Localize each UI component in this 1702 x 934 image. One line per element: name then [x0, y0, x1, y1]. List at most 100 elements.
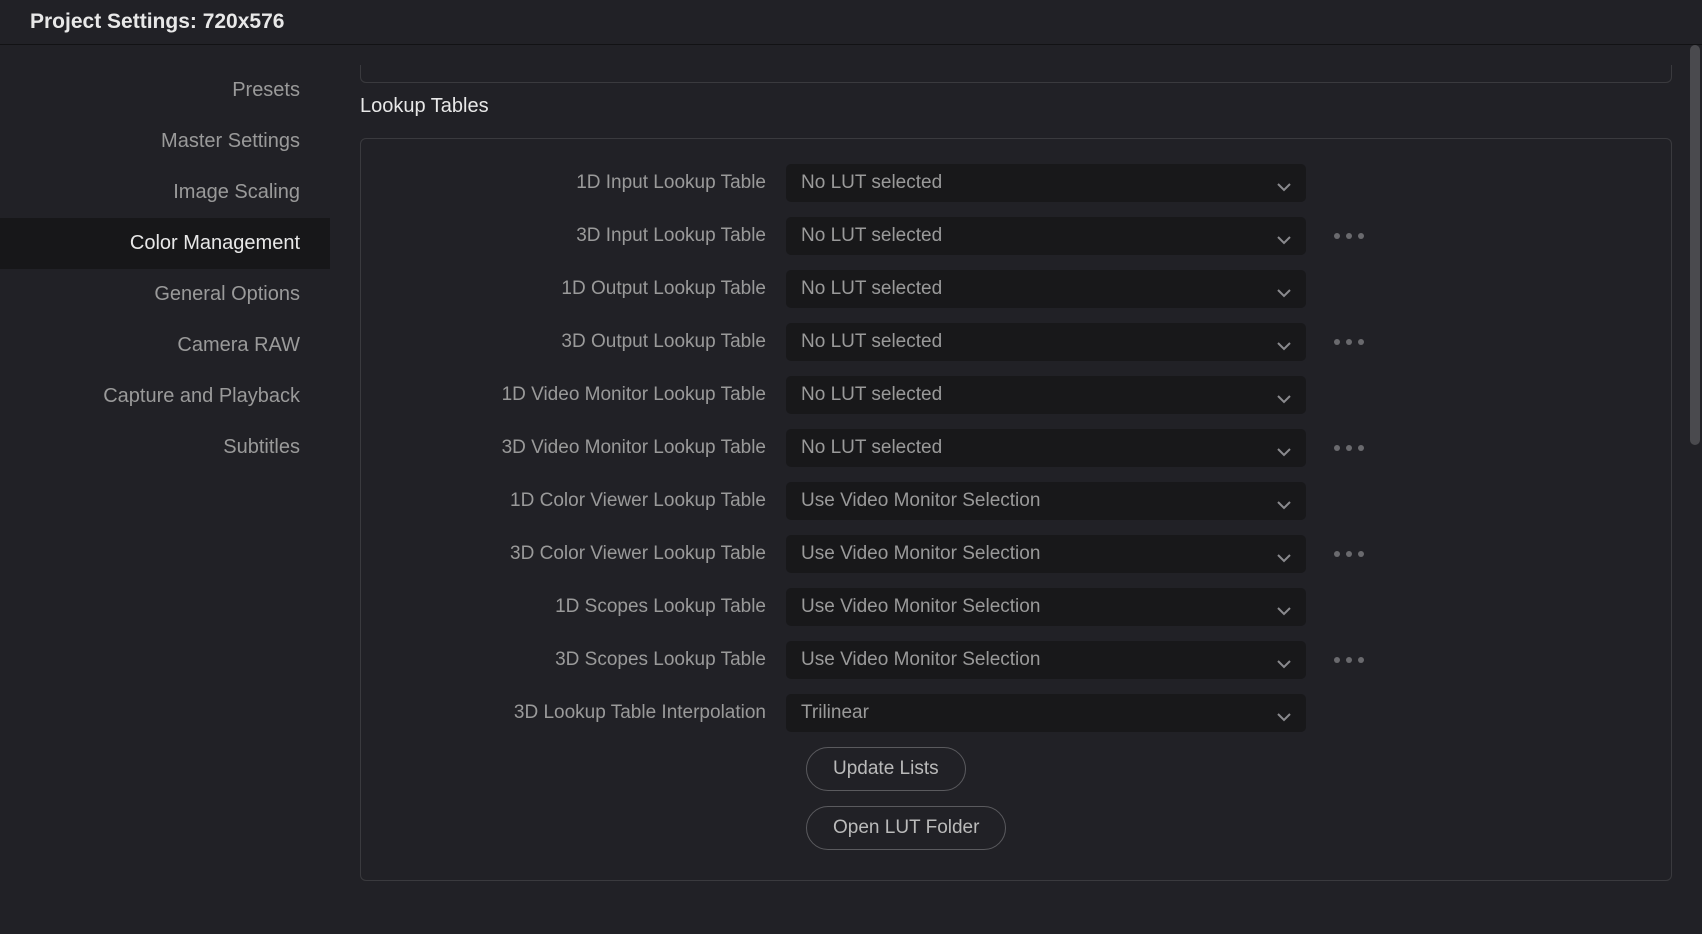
section-title: Lookup Tables	[360, 95, 1672, 118]
open-lut-folder-button[interactable]: Open LUT Folder	[806, 806, 1006, 850]
button-row-open: Open LUT Folder	[411, 806, 1621, 850]
dot-icon	[1334, 551, 1340, 557]
dropdown-value: Use Video Monitor Selection	[801, 543, 1040, 565]
chevron-down-icon	[1277, 494, 1291, 508]
more-options-button[interactable]	[1326, 445, 1364, 451]
dot-icon	[1334, 233, 1340, 239]
sidebar-item-subtitles[interactable]: Subtitles	[0, 422, 330, 473]
row-3d-interpolation: 3D Lookup Table Interpolation Trilinear	[411, 694, 1621, 732]
spacer	[411, 747, 786, 791]
content-area: Presets Master Settings Image Scaling Co…	[0, 45, 1702, 934]
dot-icon	[1346, 445, 1352, 451]
window-title: Project Settings: 720x576	[0, 0, 1702, 45]
row-1d-scopes: 1D Scopes Lookup Table Use Video Monitor…	[411, 588, 1621, 626]
dot-icon	[1358, 551, 1364, 557]
sidebar-item-general-options[interactable]: General Options	[0, 269, 330, 320]
label-3d-video-monitor: 3D Video Monitor Lookup Table	[411, 437, 766, 459]
more-options-button[interactable]	[1326, 657, 1364, 663]
button-row-update: Update Lists	[411, 747, 1621, 791]
dropdown-3d-color-viewer[interactable]: Use Video Monitor Selection	[786, 535, 1306, 573]
more-options-button[interactable]	[1326, 339, 1364, 345]
chevron-down-icon	[1277, 335, 1291, 349]
dropdown-value: No LUT selected	[801, 172, 942, 194]
sidebar-item-label: Presets	[232, 79, 300, 101]
dropdown-3d-interpolation[interactable]: Trilinear	[786, 694, 1306, 732]
dropdown-value: No LUT selected	[801, 437, 942, 459]
main-panel: Lookup Tables 1D Input Lookup Table No L…	[330, 45, 1702, 934]
scrollbar-vertical[interactable]	[1690, 45, 1700, 445]
lookup-tables-panel: 1D Input Lookup Table No LUT selected 3D…	[360, 138, 1672, 881]
row-3d-output: 3D Output Lookup Table No LUT selected	[411, 323, 1621, 361]
dropdown-1d-video-monitor[interactable]: No LUT selected	[786, 376, 1306, 414]
sidebar-item-label: Capture and Playback	[103, 385, 300, 407]
dropdown-value: No LUT selected	[801, 384, 942, 406]
dot-icon	[1358, 339, 1364, 345]
chevron-down-icon	[1277, 388, 1291, 402]
sidebar-item-color-management[interactable]: Color Management	[0, 218, 330, 269]
label-1d-color-viewer: 1D Color Viewer Lookup Table	[411, 490, 766, 512]
row-1d-input: 1D Input Lookup Table No LUT selected	[411, 164, 1621, 202]
label-3d-scopes: 3D Scopes Lookup Table	[411, 649, 766, 671]
dropdown-value: No LUT selected	[801, 225, 942, 247]
dot-icon	[1334, 657, 1340, 663]
sidebar-item-label: Subtitles	[223, 436, 300, 458]
chevron-down-icon	[1277, 176, 1291, 190]
label-1d-input: 1D Input Lookup Table	[411, 172, 766, 194]
sidebar: Presets Master Settings Image Scaling Co…	[0, 45, 330, 934]
dropdown-3d-input[interactable]: No LUT selected	[786, 217, 1306, 255]
label-3d-input: 3D Input Lookup Table	[411, 225, 766, 247]
sidebar-item-label: Image Scaling	[173, 181, 300, 203]
dot-icon	[1346, 339, 1352, 345]
chevron-down-icon	[1277, 653, 1291, 667]
row-3d-video-monitor: 3D Video Monitor Lookup Table No LUT sel…	[411, 429, 1621, 467]
label-1d-scopes: 1D Scopes Lookup Table	[411, 596, 766, 618]
sidebar-item-master-settings[interactable]: Master Settings	[0, 116, 330, 167]
sidebar-item-presets[interactable]: Presets	[0, 65, 330, 116]
dropdown-3d-scopes[interactable]: Use Video Monitor Selection	[786, 641, 1306, 679]
label-3d-output: 3D Output Lookup Table	[411, 331, 766, 353]
chevron-down-icon	[1277, 441, 1291, 455]
dropdown-1d-output[interactable]: No LUT selected	[786, 270, 1306, 308]
row-3d-scopes: 3D Scopes Lookup Table Use Video Monitor…	[411, 641, 1621, 679]
chevron-down-icon	[1277, 547, 1291, 561]
dropdown-3d-output[interactable]: No LUT selected	[786, 323, 1306, 361]
dropdown-value: Use Video Monitor Selection	[801, 649, 1040, 671]
label-3d-color-viewer: 3D Color Viewer Lookup Table	[411, 543, 766, 565]
more-options-button[interactable]	[1326, 551, 1364, 557]
row-1d-video-monitor: 1D Video Monitor Lookup Table No LUT sel…	[411, 376, 1621, 414]
dot-icon	[1358, 657, 1364, 663]
dot-icon	[1346, 551, 1352, 557]
label-1d-video-monitor: 1D Video Monitor Lookup Table	[411, 384, 766, 406]
dot-icon	[1334, 445, 1340, 451]
dropdown-value: Use Video Monitor Selection	[801, 490, 1040, 512]
previous-panel-edge	[360, 65, 1672, 83]
sidebar-item-camera-raw[interactable]: Camera RAW	[0, 320, 330, 371]
row-3d-color-viewer: 3D Color Viewer Lookup Table Use Video M…	[411, 535, 1621, 573]
sidebar-item-label: Color Management	[130, 232, 300, 254]
dropdown-value: No LUT selected	[801, 331, 942, 353]
dropdown-1d-scopes[interactable]: Use Video Monitor Selection	[786, 588, 1306, 626]
chevron-down-icon	[1277, 229, 1291, 243]
dot-icon	[1346, 657, 1352, 663]
row-1d-color-viewer: 1D Color Viewer Lookup Table Use Video M…	[411, 482, 1621, 520]
dot-icon	[1358, 445, 1364, 451]
dot-icon	[1346, 233, 1352, 239]
sidebar-item-capture-playback[interactable]: Capture and Playback	[0, 371, 330, 422]
dropdown-1d-color-viewer[interactable]: Use Video Monitor Selection	[786, 482, 1306, 520]
row-3d-input: 3D Input Lookup Table No LUT selected	[411, 217, 1621, 255]
more-options-button[interactable]	[1326, 233, 1364, 239]
label-1d-output: 1D Output Lookup Table	[411, 278, 766, 300]
label-3d-interpolation: 3D Lookup Table Interpolation	[411, 702, 766, 724]
sidebar-item-label: Camera RAW	[177, 334, 300, 356]
dropdown-3d-video-monitor[interactable]: No LUT selected	[786, 429, 1306, 467]
dot-icon	[1358, 233, 1364, 239]
dropdown-value: Use Video Monitor Selection	[801, 596, 1040, 618]
window-title-text: Project Settings: 720x576	[30, 10, 284, 34]
chevron-down-icon	[1277, 600, 1291, 614]
sidebar-item-image-scaling[interactable]: Image Scaling	[0, 167, 330, 218]
spacer	[411, 806, 786, 850]
chevron-down-icon	[1277, 282, 1291, 296]
chevron-down-icon	[1277, 706, 1291, 720]
update-lists-button[interactable]: Update Lists	[806, 747, 966, 791]
dropdown-1d-input[interactable]: No LUT selected	[786, 164, 1306, 202]
